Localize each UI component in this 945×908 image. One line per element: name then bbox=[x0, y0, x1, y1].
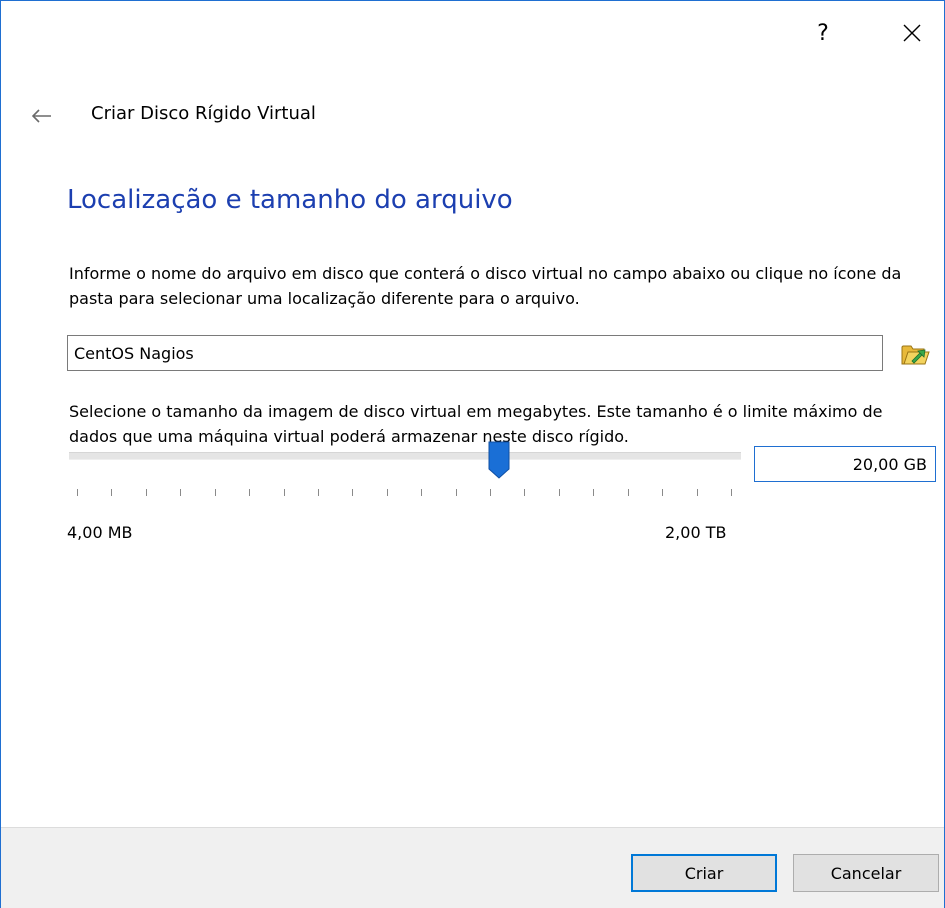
slider-tick bbox=[731, 489, 732, 496]
slider-tick bbox=[455, 489, 457, 496]
slider-tick bbox=[145, 489, 147, 496]
arrow-left-icon bbox=[32, 109, 51, 123]
file-location-description: Informe o nome do arquivo em disco que c… bbox=[69, 264, 902, 308]
size-slider-track[interactable] bbox=[69, 452, 741, 460]
folder-icon bbox=[901, 345, 930, 365]
cancel-button-label: Cancelar bbox=[830, 863, 902, 883]
choose-folder-button[interactable] bbox=[897, 337, 933, 371]
slider-tick bbox=[696, 489, 698, 496]
back-button[interactable] bbox=[27, 101, 57, 131]
slider-tick bbox=[593, 489, 595, 496]
slider-tick bbox=[662, 489, 664, 496]
cancel-button[interactable]: Cancelar bbox=[793, 854, 939, 892]
slider-min-label: 4,00 MB bbox=[67, 523, 133, 542]
slider-tick bbox=[386, 489, 388, 496]
slider-tick bbox=[421, 489, 423, 496]
slider-max-label: 2,00 TB bbox=[665, 523, 727, 542]
help-label: ? bbox=[817, 20, 829, 46]
slider-tick bbox=[111, 489, 113, 496]
slider-tick bbox=[249, 489, 251, 496]
create-button-label: Criar bbox=[684, 863, 724, 883]
slider-tick bbox=[283, 489, 285, 496]
file-name-input[interactable] bbox=[67, 335, 883, 371]
create-button[interactable]: Criar bbox=[631, 854, 777, 892]
close-icon bbox=[903, 24, 921, 42]
size-input[interactable] bbox=[754, 446, 936, 482]
slider-tick bbox=[352, 489, 354, 496]
slider-tick bbox=[317, 489, 319, 496]
slider-tick bbox=[558, 489, 560, 496]
close-button[interactable] bbox=[889, 13, 935, 53]
slider-tick bbox=[180, 489, 182, 496]
page-heading: Localização e tamanho do arquivo bbox=[67, 185, 513, 215]
slider-tick bbox=[490, 489, 492, 496]
slider-tick bbox=[524, 489, 526, 496]
help-button[interactable]: ? bbox=[801, 13, 845, 53]
wizard-title: Criar Disco Rígido Virtual bbox=[91, 103, 316, 124]
dialog-window: ? Criar Disco Rígido Virtual Localização… bbox=[0, 0, 945, 908]
slider-tick bbox=[214, 489, 216, 496]
size-slider-thumb[interactable] bbox=[488, 441, 510, 479]
slider-tick bbox=[627, 489, 629, 496]
slider-tick bbox=[77, 489, 78, 496]
